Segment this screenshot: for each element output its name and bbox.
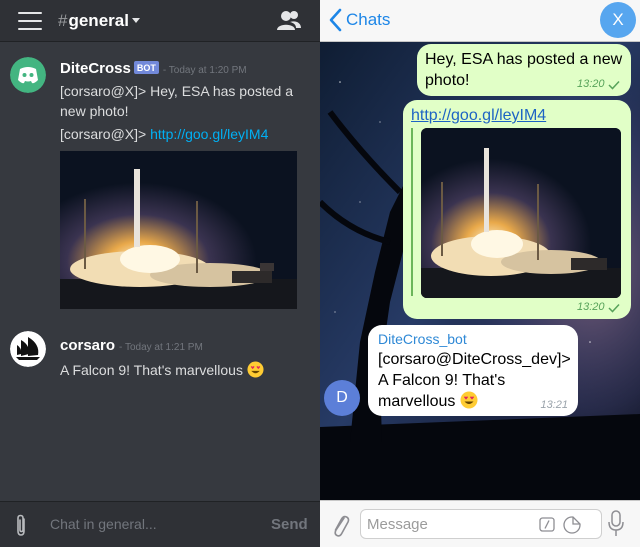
chevron-down-icon[interactable] [132, 18, 140, 23]
discord-panel: #general DiteCross BOT - Today at 1:20 PM … [0, 0, 320, 547]
message-header: DiteCross BOT - Today at 1:20 PM [60, 60, 247, 77]
telegram-input-bar: Message [320, 500, 640, 547]
link-preview-bar [411, 128, 413, 296]
outgoing-message[interactable]: http://goo.gl/leyIM4 13:20 [403, 100, 631, 319]
message-text: [corsaro@X]> Hey, ESA has posted a new p… [60, 83, 294, 119]
attached-photo[interactable] [60, 151, 297, 309]
heart-eyes-emoji-icon [460, 391, 478, 409]
bot-badge: BOT [133, 61, 159, 74]
photo-link[interactable]: http://goo.gl/leyIM4 [150, 126, 268, 142]
incoming-message[interactable]: DiteCross_bot [corsaro@DiteCross_dev]> A… [368, 325, 578, 416]
message-input[interactable]: Message [367, 516, 428, 533]
back-chevron-icon[interactable] [328, 8, 342, 32]
microphone-icon[interactable] [608, 510, 624, 538]
command-icon[interactable] [539, 517, 555, 532]
sender-avatar[interactable]: D [324, 380, 360, 416]
chat-avatar[interactable]: X [600, 2, 636, 38]
heart-eyes-emoji-icon [247, 361, 264, 378]
telegram-panel: Chats X Hey, ESA has posted a new photo!… [320, 0, 640, 547]
rocket-launch-image [60, 151, 297, 309]
link-preview-photo[interactable] [421, 128, 621, 298]
outgoing-message[interactable]: Hey, ESA has posted a new photo! 13:20 [417, 44, 631, 96]
menu-icon[interactable] [18, 12, 42, 30]
rocket-launch-image [421, 128, 621, 298]
discord-input-bar: Chat in general... Send [0, 501, 320, 547]
message-text-link-line: [corsaro@X]> http://goo.gl/leyIM4 [60, 126, 269, 142]
message-time: 13:20 [577, 301, 605, 313]
discord-logo-icon [10, 57, 46, 93]
message-text: A Falcon 9! That's marvellous [60, 360, 310, 380]
username[interactable]: corsaro [60, 337, 115, 354]
message-time: 13:21 [540, 399, 568, 411]
checkmark-icon [608, 80, 620, 90]
avatar[interactable] [10, 57, 46, 93]
message-field[interactable]: Message [360, 509, 602, 539]
username[interactable]: DiteCross [60, 60, 131, 77]
back-button[interactable]: Chats [346, 10, 390, 30]
sender-name[interactable]: DiteCross_bot [378, 331, 467, 347]
message-input[interactable]: Chat in general... [50, 516, 157, 532]
members-icon[interactable] [276, 9, 302, 33]
avatar[interactable] [10, 331, 46, 367]
sticker-icon[interactable] [563, 516, 581, 534]
paperclip-icon[interactable] [12, 514, 30, 538]
corsaro-avatar-icon [10, 331, 46, 367]
paperclip-icon[interactable] [330, 512, 350, 538]
photo-link[interactable]: http://goo.gl/leyIM4 [411, 105, 546, 126]
channel-title[interactable]: #general [58, 11, 129, 31]
checkmark-icon [608, 303, 620, 313]
timestamp: - Today at 1:21 PM [119, 342, 203, 353]
message-header: corsaro - Today at 1:21 PM [60, 337, 203, 354]
discord-header: #general [0, 0, 320, 42]
telegram-header: Chats X [320, 0, 640, 42]
send-button[interactable]: Send [271, 516, 308, 533]
timestamp: - Today at 1:20 PM [162, 65, 247, 76]
message-time: 13:20 [577, 78, 605, 90]
